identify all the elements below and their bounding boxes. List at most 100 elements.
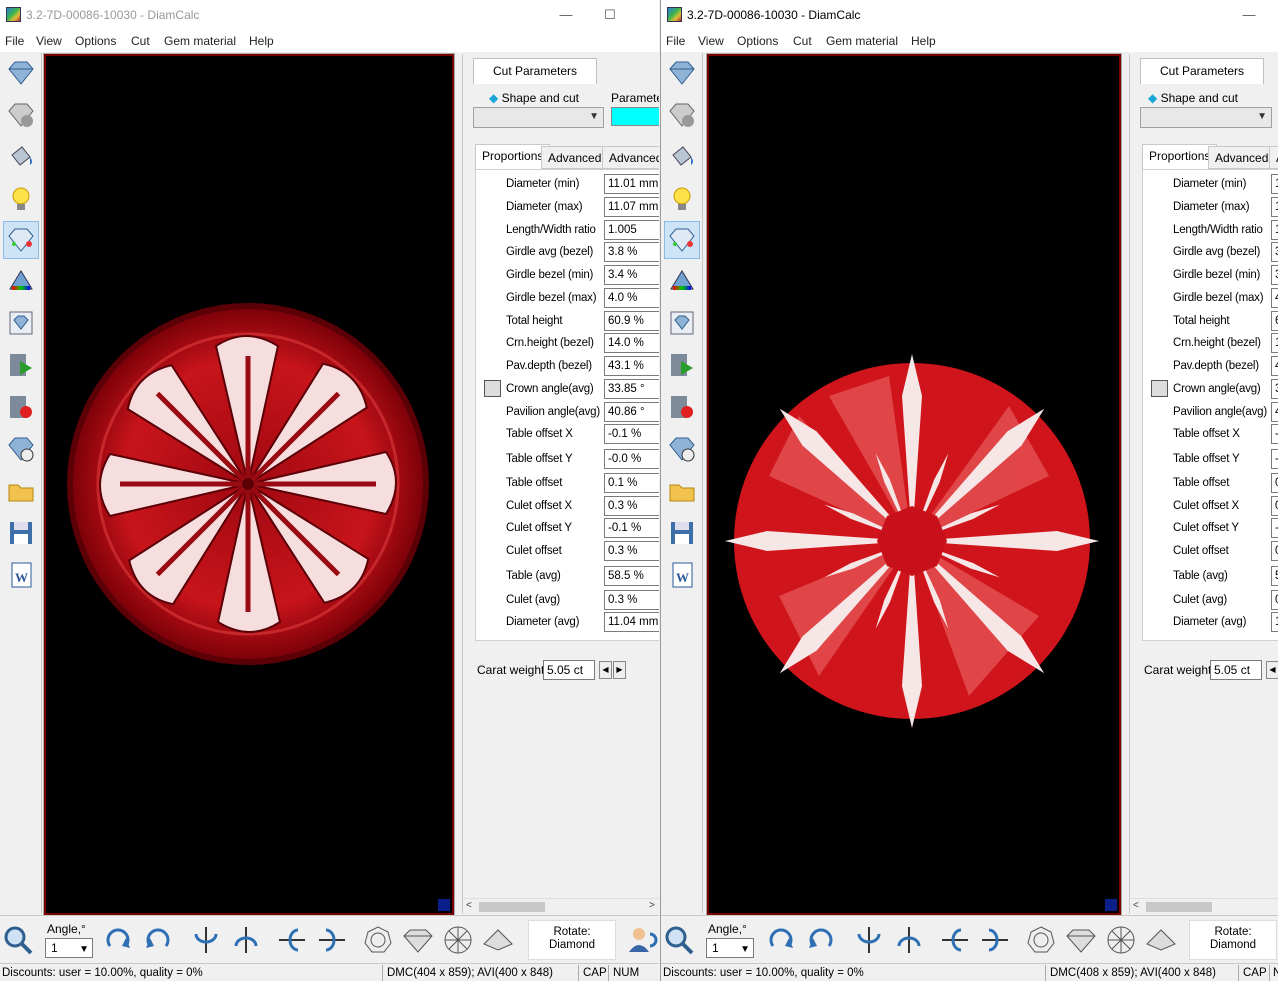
diamond-top-icon[interactable] xyxy=(3,55,39,93)
param-value-field[interactable]: -0.1 % xyxy=(604,424,659,444)
flip-v2-icon[interactable] xyxy=(228,921,264,959)
shape-dropdown[interactable]: ▼ xyxy=(473,107,604,128)
prism-icon[interactable] xyxy=(3,263,39,301)
menu-options[interactable]: Options xyxy=(75,34,116,48)
param-value-field[interactable]: 5 xyxy=(1271,566,1278,586)
param-value-field[interactable]: 0 xyxy=(1271,541,1278,561)
param-value-field[interactable]: 11.04 mm xyxy=(604,612,659,632)
tab-proportions[interactable]: Proportions xyxy=(1142,144,1218,169)
minimize-button[interactable]: — xyxy=(1226,2,1272,28)
diamond-viewport[interactable] xyxy=(706,53,1122,916)
lightbulb-icon[interactable] xyxy=(664,181,700,219)
scroll-right-icon[interactable]: > xyxy=(649,900,655,911)
diamond-wheel-icon[interactable] xyxy=(3,431,39,469)
zoom-icon[interactable] xyxy=(0,921,36,959)
menu-help[interactable]: Help xyxy=(249,34,274,48)
flip-h-icon[interactable] xyxy=(274,921,310,959)
param-value-field[interactable]: 3 xyxy=(1271,379,1278,399)
carat-decrease-button[interactable]: ◀ xyxy=(1266,661,1278,679)
view-bottom-icon[interactable] xyxy=(440,921,476,959)
param-value-field[interactable]: 4 xyxy=(1271,402,1278,422)
flip-v-icon[interactable] xyxy=(188,921,224,959)
video-record-icon[interactable] xyxy=(3,389,39,427)
view-side-icon[interactable] xyxy=(400,921,436,959)
panel-scrollbar[interactable]: < > xyxy=(463,898,659,914)
param-value-field[interactable]: 0 xyxy=(1271,496,1278,516)
lock-icon[interactable] xyxy=(484,380,501,397)
open-folder-icon[interactable] xyxy=(3,473,39,511)
view-pavilion-icon[interactable] xyxy=(1143,921,1179,959)
param-value-field[interactable]: 58.5 % xyxy=(604,566,659,586)
param-value-field[interactable]: 0 xyxy=(1271,590,1278,610)
scroll-left-icon[interactable]: < xyxy=(466,900,472,911)
rotate-cw-icon[interactable] xyxy=(100,921,136,959)
menu-cut[interactable]: Cut xyxy=(793,34,812,48)
save-disk-icon[interactable] xyxy=(3,515,39,553)
diamond-sparkle-icon[interactable] xyxy=(664,221,700,259)
panel-scrollbar[interactable]: < xyxy=(1130,898,1278,914)
rotate-cw-icon[interactable] xyxy=(763,921,799,959)
scroll-thumb[interactable] xyxy=(1146,902,1212,912)
flip-v-icon[interactable] xyxy=(851,921,887,959)
param-value-field[interactable]: - xyxy=(1271,449,1278,469)
flip-h-icon[interactable] xyxy=(937,921,973,959)
scroll-left-icon[interactable]: < xyxy=(1133,900,1139,911)
tab-advanced-1[interactable]: Advanced xyxy=(541,146,609,169)
prism-icon[interactable] xyxy=(664,263,700,301)
param-value-field[interactable]: 0.3 % xyxy=(604,541,659,561)
menu-view[interactable]: View xyxy=(36,34,62,48)
param-value-field[interactable]: 43.1 % xyxy=(604,356,659,376)
param-value-field[interactable]: 0 xyxy=(1271,473,1278,493)
minimize-button[interactable]: — xyxy=(543,2,589,28)
param-value-field[interactable]: 3 xyxy=(1271,265,1278,285)
param-value-field[interactable]: 3 xyxy=(1271,242,1278,262)
diamond-frame-icon[interactable] xyxy=(664,305,700,343)
lightbulb-icon[interactable] xyxy=(3,181,39,219)
menu-view[interactable]: View xyxy=(698,34,724,48)
rotate-ccw-icon[interactable] xyxy=(803,921,839,959)
tab-proportions[interactable]: Proportions xyxy=(475,144,551,169)
carat-decrease-button[interactable]: ◀ xyxy=(599,661,612,679)
diamond-gray-icon[interactable] xyxy=(3,97,39,135)
title-bar[interactable]: 3.2-7D-00086-10030 - DiamCalc — xyxy=(661,0,1278,30)
carat-increase-button[interactable]: ▶ xyxy=(613,661,626,679)
diamond-gray-icon[interactable] xyxy=(664,97,700,135)
menu-file[interactable]: File xyxy=(5,34,24,48)
param-value-field[interactable]: 11.07 mm xyxy=(604,197,659,217)
param-value-field[interactable]: 0.1 % xyxy=(604,473,659,493)
paint-bucket-icon[interactable] xyxy=(3,139,39,177)
diamond-wheel-icon[interactable] xyxy=(664,431,700,469)
scroll-thumb[interactable] xyxy=(479,902,545,912)
param-value-field[interactable]: 11.01 mm xyxy=(604,174,659,194)
rotate-mode-box[interactable]: Rotate: Diamond xyxy=(1189,920,1277,960)
video-record-icon[interactable] xyxy=(664,389,700,427)
param-value-field[interactable]: -0.0 % xyxy=(604,449,659,469)
param-value-field[interactable]: 4 xyxy=(1271,356,1278,376)
menu-help[interactable]: Help xyxy=(911,34,936,48)
diamond-sparkle-icon[interactable] xyxy=(3,221,39,259)
param-value-field[interactable]: - xyxy=(1271,424,1278,444)
carat-weight-field[interactable]: 5.05 ct xyxy=(1210,660,1262,680)
param-value-field[interactable]: 1 xyxy=(1271,333,1278,353)
tab-advanced-2[interactable]: Advanced xyxy=(602,146,659,169)
parameter-field[interactable]: 0 xyxy=(611,107,659,126)
param-value-field[interactable]: - xyxy=(1271,518,1278,538)
flip-h2-icon[interactable] xyxy=(314,921,350,959)
video-play-icon[interactable] xyxy=(3,347,39,385)
param-value-field[interactable]: 6 xyxy=(1271,311,1278,331)
rotate-mode-box[interactable]: Rotate: Diamond xyxy=(528,920,616,960)
tab-advanced-2[interactable]: A xyxy=(1269,146,1278,169)
diamond-top-icon[interactable] xyxy=(664,55,700,93)
open-folder-icon[interactable] xyxy=(664,473,700,511)
tab-cut-parameters[interactable]: Cut Parameters xyxy=(1140,58,1264,84)
param-value-field[interactable]: 4 xyxy=(1271,288,1278,308)
view-top-icon[interactable] xyxy=(360,921,396,959)
param-value-field[interactable]: -0.1 % xyxy=(604,518,659,538)
angle-select[interactable]: 1 ▼ xyxy=(706,938,754,958)
menu-file[interactable]: File xyxy=(666,34,685,48)
param-value-field[interactable]: 0.3 % xyxy=(604,590,659,610)
save-disk-icon[interactable] xyxy=(664,515,700,553)
param-value-field[interactable]: 3.4 % xyxy=(604,265,659,285)
rotate-ccw-icon[interactable] xyxy=(140,921,176,959)
person-rotate-icon[interactable] xyxy=(624,921,659,959)
